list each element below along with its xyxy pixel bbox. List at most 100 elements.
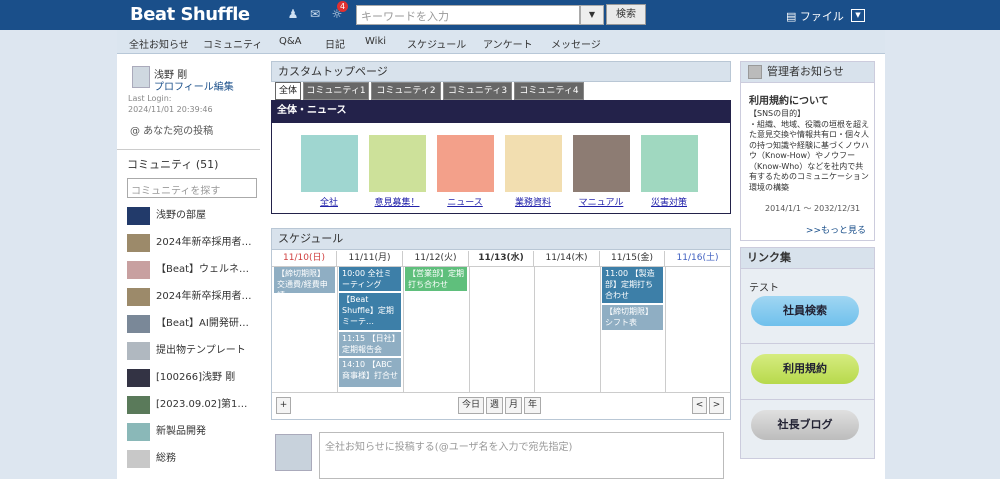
shortcut-disaster[interactable]: 災害対策	[634, 195, 704, 208]
shortcut-documents[interactable]: 業務資料	[498, 195, 568, 208]
megaphone-icon[interactable]	[301, 135, 358, 192]
notification-badge: 4	[337, 1, 348, 12]
beat-shuffle-logo[interactable]: Beat Shuffle	[130, 4, 250, 25]
nav-qa[interactable]: Q&A	[279, 36, 302, 47]
day-sun[interactable]: 11/10(日)	[272, 251, 337, 266]
list-item[interactable]: 2024年新卒採用者…	[127, 286, 260, 308]
more-link[interactable]: >>もっと見る	[806, 223, 866, 236]
divider	[600, 266, 601, 392]
event-abc[interactable]: 14:10 【ABC商事様】打合せ	[339, 358, 401, 387]
shortcut-opinion[interactable]: 意見募集！	[362, 195, 432, 208]
week-button[interactable]: 週	[486, 397, 503, 414]
news-bar: 全体・ニュース	[271, 100, 731, 122]
month-button[interactable]: 月	[505, 397, 522, 414]
link-box: リンク集 テスト 社員検索 利用規約 社長ブログ	[740, 247, 875, 459]
links-test[interactable]: テスト	[749, 279, 779, 294]
divider	[534, 266, 535, 392]
list-item[interactable]: [2023.09.02]第1…	[127, 394, 260, 416]
last-login-label: Last Login:	[128, 94, 172, 103]
list-item[interactable]: 2024年新卒採用者…	[127, 232, 260, 254]
tab-all[interactable]: 全体	[275, 82, 301, 100]
folder-icon[interactable]	[505, 135, 562, 192]
file-menu[interactable]: ▤ ファイル	[786, 8, 844, 24]
nav-survey[interactable]: アンケート	[483, 36, 533, 51]
search-button[interactable]: 検索	[606, 4, 646, 25]
list-item[interactable]: 総務	[127, 448, 260, 470]
divider	[741, 399, 874, 400]
community-name: 提出物テンプレート	[156, 345, 246, 356]
community-name: 【Beat】AI開発研…	[156, 318, 249, 329]
divider	[117, 149, 260, 150]
shortcut-news[interactable]: ニュース	[430, 195, 500, 208]
day-mon[interactable]: 11/11(月)	[337, 251, 403, 266]
file-icon: ▤	[786, 10, 800, 23]
chat-icon[interactable]: ✉	[308, 8, 322, 21]
lifebuoy-icon[interactable]	[641, 135, 698, 192]
community-name: 新製品開発	[156, 426, 206, 437]
prev-button[interactable]: <	[692, 397, 707, 414]
list-item[interactable]: 新製品開発	[127, 421, 260, 443]
tab-community1[interactable]: コミュニティ1	[303, 82, 369, 100]
divider	[337, 266, 338, 392]
day-sat[interactable]: 11/16(土)	[665, 251, 730, 266]
day-tue[interactable]: 11/12(火)	[403, 251, 469, 266]
nav-wiki[interactable]: Wiki	[365, 36, 386, 47]
mentions-link[interactable]: @ あなた宛の投稿	[130, 122, 213, 137]
avatar[interactable]	[275, 434, 312, 471]
next-button[interactable]: >	[709, 397, 724, 414]
profile-edit-link[interactable]: プロフィール編集	[154, 78, 234, 93]
community-search-input[interactable]: コミュニティを探す	[127, 178, 257, 198]
shortcut-company[interactable]: 全社	[294, 195, 364, 208]
community-name: [100266]浅野 剛	[156, 372, 236, 383]
day-wed[interactable]: 11/13(水)	[469, 251, 534, 266]
event-shift[interactable]: 【締切期限】シフト表	[602, 305, 663, 330]
president-blog-button[interactable]: 社長ブログ	[751, 410, 859, 440]
day-thu[interactable]: 11/14(木)	[534, 251, 600, 266]
nav-schedule[interactable]: スケジュール	[407, 36, 466, 51]
search-input[interactable]: キーワードを入力	[356, 5, 580, 25]
list-item[interactable]: 提出物テンプレート	[127, 340, 260, 362]
today-button[interactable]: 今日	[458, 397, 484, 414]
tab-community3[interactable]: コミュニティ3	[443, 82, 512, 100]
divider	[272, 392, 730, 393]
community-name: [2023.09.02]第1…	[156, 399, 248, 410]
event-regular-meeting[interactable]: 【Beat Shuffle】定期ミーテ…	[339, 293, 401, 330]
list-item[interactable]: 【Beat】AI開発研…	[127, 313, 260, 335]
nav-diary[interactable]: 日記	[325, 36, 345, 51]
event-all-meeting[interactable]: 10:00 全社ミーティング	[339, 267, 401, 291]
users-icon[interactable]: ♟	[286, 8, 300, 21]
mailbox-icon[interactable]	[437, 135, 494, 192]
binders-icon[interactable]	[573, 135, 630, 192]
day-fri[interactable]: 11/15(金)	[600, 251, 665, 266]
thumbs-up-icon[interactable]	[369, 135, 426, 192]
year-button[interactable]: 年	[524, 397, 541, 414]
nav-company-news[interactable]: 全社お知らせ	[129, 36, 189, 51]
divider	[403, 266, 404, 392]
list-item[interactable]: 浅野の部屋	[127, 205, 260, 227]
post-input[interactable]: 全社お知らせに投稿する(@ユーザ名を入力で宛先指定)	[319, 432, 724, 479]
community-thumb	[127, 234, 150, 252]
list-item[interactable]: [100266]浅野 剛	[127, 367, 260, 389]
event-report[interactable]: 11:15 【日社】定期報告会	[339, 332, 401, 356]
tab-community4[interactable]: コミュニティ4	[514, 82, 584, 100]
event-expense[interactable]: 【締切期限】交通費/経費申請	[274, 267, 335, 293]
terms-button[interactable]: 利用規約	[751, 354, 859, 384]
list-item[interactable]: 【Beat】ウェルネ…	[127, 259, 260, 281]
event-manufacturing[interactable]: 11:00 【製造部】定期打ち合わせ	[602, 267, 663, 303]
shortcut-manual[interactable]: マニュアル	[566, 195, 636, 208]
post-area: 全社お知らせに投稿する(@ユーザ名を入力で宛先指定)	[271, 432, 731, 479]
nav-message[interactable]: メッセージ	[551, 36, 601, 51]
file-dropdown-icon[interactable]: ▼	[851, 9, 865, 22]
community-thumb	[127, 369, 150, 387]
divider	[665, 266, 666, 392]
community-thumb	[127, 342, 150, 360]
admin-notice: 管理者お知らせ 利用規約について 【SNSの目的】 ・組織、地域、役職の垣根を超…	[740, 61, 875, 235]
search-dropdown[interactable]: ▼	[580, 5, 604, 25]
tab-community2[interactable]: コミュニティ2	[371, 82, 441, 100]
nav-community[interactable]: コミュニティ	[203, 36, 262, 51]
employee-search-button[interactable]: 社員検索	[751, 296, 859, 326]
avatar[interactable]	[132, 66, 150, 88]
add-event-button[interactable]: +	[276, 397, 291, 414]
admin-heading[interactable]: 利用規約について	[749, 92, 829, 107]
event-sales[interactable]: 【営業部】定期打ち合わせ	[405, 267, 467, 291]
